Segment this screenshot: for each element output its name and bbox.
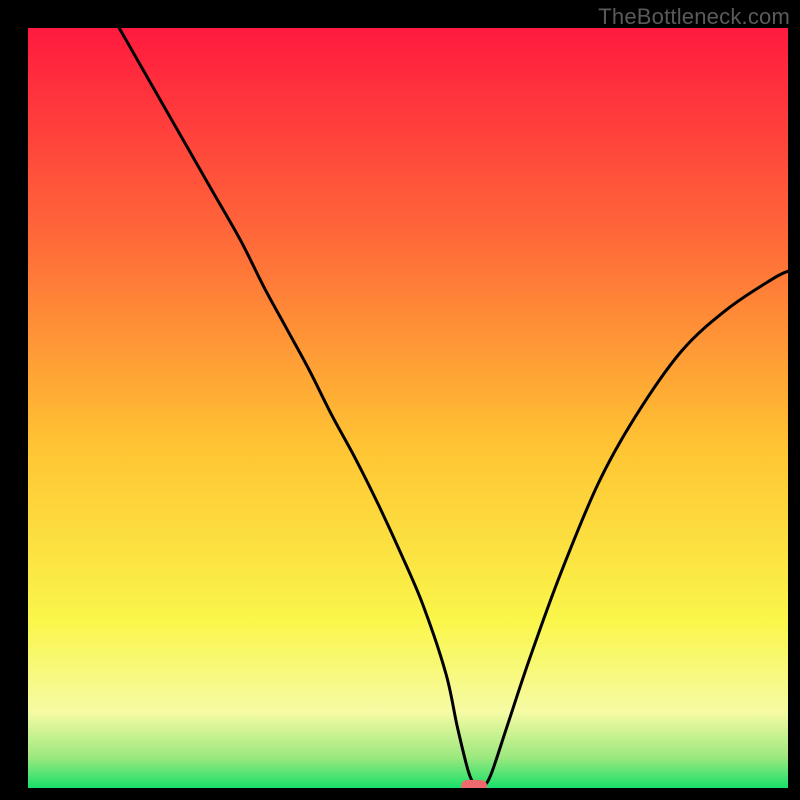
optimal-marker <box>461 780 487 788</box>
chart-svg <box>28 28 788 788</box>
chart-plot-area <box>28 28 788 788</box>
chart-frame: TheBottleneck.com <box>0 0 800 800</box>
watermark-label: TheBottleneck.com <box>598 4 790 30</box>
chart-background <box>28 28 788 788</box>
marker-layer <box>461 780 487 788</box>
